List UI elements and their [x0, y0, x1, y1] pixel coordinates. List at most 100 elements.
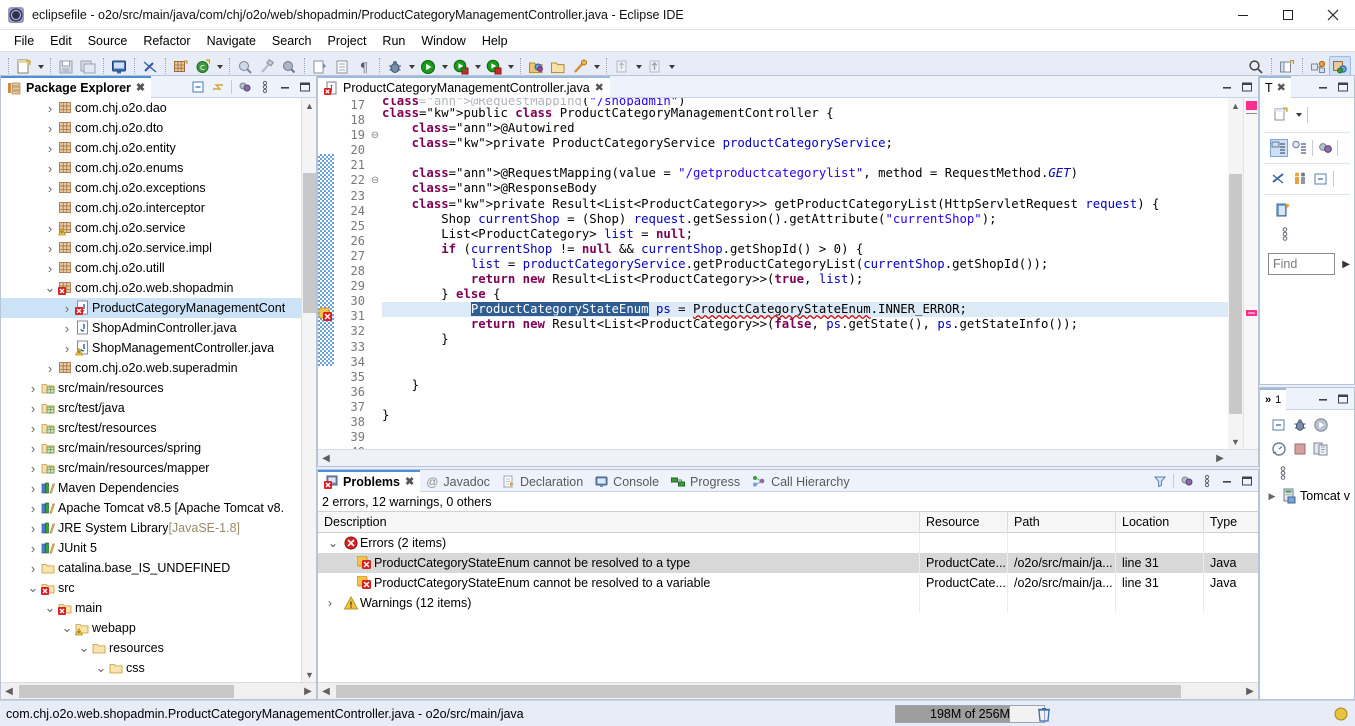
- chevron-down-icon[interactable]: ⌄: [43, 281, 57, 294]
- code-line[interactable]: class="ann">@Autowired: [382, 121, 1228, 136]
- vertical-dots-icon[interactable]: [1276, 225, 1294, 243]
- new-task-icon[interactable]: [1272, 106, 1290, 124]
- categorized-icon[interactable]: [1270, 139, 1288, 157]
- maximize-icon[interactable]: [296, 78, 314, 96]
- code-line[interactable]: ProductCategoryStateEnum ps = ProductCat…: [382, 302, 1228, 318]
- chevron-right-icon[interactable]: ›: [26, 401, 40, 416]
- code-line[interactable]: [382, 363, 1228, 378]
- hscroll-thumb[interactable]: [336, 685, 1181, 698]
- synchronize-icon[interactable]: [1316, 139, 1334, 157]
- chevron-right-icon[interactable]: ›: [26, 481, 40, 496]
- chevron-down-icon[interactable]: ⌄: [77, 641, 91, 654]
- server-twisty[interactable]: ▶: [1266, 491, 1278, 502]
- minimize-icon[interactable]: [276, 78, 294, 96]
- code-line[interactable]: }: [382, 332, 1228, 347]
- editor-marker-bar[interactable]: [318, 98, 334, 449]
- minimize-icon[interactable]: [1314, 390, 1332, 408]
- code-line[interactable]: [382, 423, 1228, 438]
- code-line[interactable]: [382, 438, 1228, 449]
- editor-vscrollbar[interactable]: ▲ ▼: [1228, 98, 1243, 449]
- code-line[interactable]: class="kw">private Result<List<ProductCa…: [382, 197, 1228, 212]
- problems-hscrollbar[interactable]: ◀ ▶: [318, 682, 1258, 699]
- scroll-down-icon[interactable]: ▼: [1228, 434, 1243, 449]
- source-code[interactable]: class="ann">@RequestMapping("/shopadmin"…: [382, 98, 1228, 449]
- tab-task-list[interactable]: T ✖: [1260, 75, 1291, 98]
- code-viewport[interactable]: 17 18 19 20 21 22 23 24 25 26 27 28 29 30 31 32 33 34 35 36…: [318, 98, 1258, 449]
- menu-edit[interactable]: Edit: [42, 32, 80, 50]
- menu-help[interactable]: Help: [474, 32, 516, 50]
- collapse-all-icon[interactable]: [1312, 170, 1330, 188]
- chevron-down-icon[interactable]: ⌄: [94, 661, 108, 674]
- tab-progress[interactable]: Progress: [665, 470, 746, 492]
- column-header-location[interactable]: Location: [1116, 511, 1204, 533]
- chevron-right-icon[interactable]: ›: [43, 161, 57, 176]
- tree-item[interactable]: › com.chj.o2o.exceptions: [1, 178, 316, 198]
- code-line[interactable]: return new Result<List<ProductCategory>>…: [382, 317, 1228, 332]
- close-button[interactable]: [1310, 0, 1355, 30]
- tree-item[interactable]: › src/test/java: [1, 398, 316, 418]
- problems-row[interactable]: ProductCategoryStateEnum cannot be resol…: [318, 573, 1258, 593]
- chevron-right-icon[interactable]: ›: [43, 241, 57, 256]
- scroll-up-icon[interactable]: ▲: [1228, 98, 1243, 113]
- tab-declaration[interactable]: Declaration: [496, 470, 589, 492]
- menu-file[interactable]: File: [6, 32, 42, 50]
- code-line[interactable]: [382, 151, 1228, 166]
- scheduled-icon[interactable]: [1291, 139, 1309, 157]
- people-icon[interactable]: [1291, 170, 1309, 188]
- chevron-right-icon[interactable]: ›: [43, 181, 57, 196]
- chevron-right-icon[interactable]: ›: [60, 321, 74, 336]
- column-header-resource[interactable]: Resource: [920, 511, 1008, 533]
- chevron-down-icon[interactable]: ⌄: [60, 621, 74, 634]
- chevron-down-icon[interactable]: ⌄: [26, 581, 40, 594]
- code-selection[interactable]: ProductCategoryStateEnum: [470, 302, 649, 317]
- tab-call-hierarchy[interactable]: Call Hierarchy: [746, 470, 856, 492]
- code-line[interactable]: class="ann">@RequestMapping("/shopadmin"…: [382, 98, 1228, 106]
- problems-group-row[interactable]: ⌄ Errors (2 items): [318, 533, 1258, 553]
- tree-item[interactable]: › src/main/resources/spring: [1, 438, 316, 458]
- stop-icon[interactable]: [1291, 440, 1309, 458]
- maximize-icon[interactable]: [1238, 78, 1256, 96]
- chevron-right-icon[interactable]: ›: [26, 541, 40, 556]
- chevron-right-icon[interactable]: ›: [43, 361, 57, 376]
- restore-task-icon[interactable]: [1274, 201, 1292, 219]
- menu-run[interactable]: Run: [374, 32, 413, 50]
- scroll-right-icon[interactable]: ▶: [1212, 453, 1228, 464]
- menu-search[interactable]: Search: [264, 32, 320, 50]
- editor-overview-ruler[interactable]: [1243, 98, 1258, 449]
- tree-item[interactable]: › com.chj.o2o.dto: [1, 118, 316, 138]
- tree-item[interactable]: › JRE System Library [JavaSE-1.8]: [1, 518, 316, 538]
- fold-marker-icon[interactable]: ⊖: [368, 128, 382, 143]
- collapse-all-icon[interactable]: [189, 78, 207, 96]
- tab-javadoc[interactable]: @ Javadoc: [420, 470, 496, 492]
- close-icon[interactable]: ✖: [136, 81, 145, 94]
- chevron-right-icon[interactable]: ›: [26, 421, 40, 436]
- code-line[interactable]: }: [382, 378, 1228, 393]
- code-line[interactable]: [382, 393, 1228, 408]
- tree-item[interactable]: ⌄ webapp: [1, 618, 316, 638]
- scroll-left-icon[interactable]: ◀: [318, 453, 334, 464]
- chevron-right-icon[interactable]: ›: [43, 261, 57, 276]
- tree-item[interactable]: › com.chj.o2o.enums: [1, 158, 316, 178]
- scroll-right-icon[interactable]: ▶: [300, 686, 316, 697]
- code-line[interactable]: list = productCategoryService.getProduct…: [382, 257, 1228, 272]
- fold-marker-icon[interactable]: ⊖: [368, 173, 382, 188]
- tree-item[interactable]: ⌄ src: [1, 578, 316, 598]
- chevron-right-icon[interactable]: ›: [26, 501, 40, 516]
- tree-item[interactable]: ⌄ css: [1, 658, 316, 678]
- close-icon[interactable]: ✖: [1277, 81, 1286, 94]
- chevron-right-icon[interactable]: ›: [43, 101, 57, 116]
- code-line[interactable]: }: [382, 408, 1228, 423]
- package-explorer-vscrollbar[interactable]: ▲ ▼: [301, 98, 316, 682]
- tree-item[interactable]: › com.chj.o2o.web.superadmin: [1, 358, 316, 378]
- vertical-dots-icon[interactable]: [1198, 472, 1216, 490]
- tree-item[interactable]: › Apache Tomcat v8.5 [Apache Tomcat v8.: [1, 498, 316, 518]
- column-header-description[interactable]: Description: [318, 511, 920, 533]
- problems-group-row[interactable]: › Warnings (12 items): [318, 593, 1258, 613]
- code-line[interactable]: List<ProductCategory> list = null;: [382, 227, 1228, 242]
- link-editor-icon[interactable]: [209, 78, 227, 96]
- code-line[interactable]: } else {: [382, 287, 1228, 302]
- tree-item[interactable]: › com.chj.o2o.entity: [1, 138, 316, 158]
- chevron-right-icon[interactable]: ›: [328, 596, 342, 610]
- tab-servers[interactable]: » 1: [1260, 387, 1287, 410]
- tree-item[interactable]: › catalina.base_IS_UNDEFINED: [1, 558, 316, 578]
